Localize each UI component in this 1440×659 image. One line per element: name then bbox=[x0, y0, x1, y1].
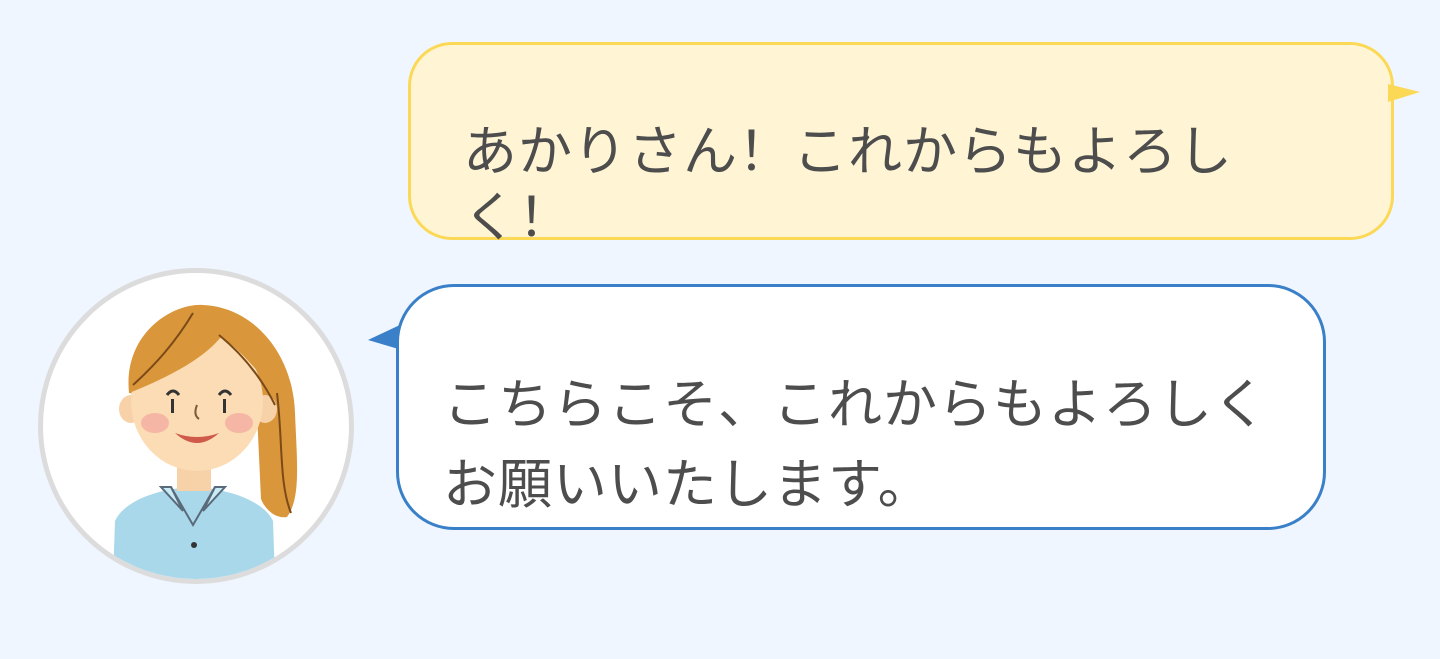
assistant-message-text: こちらこそ、これからもよろしく お願いいたします。 bbox=[443, 373, 1268, 516]
user-message-bubble: あかりさん！これからもよろし く！ bbox=[408, 42, 1394, 249]
chat-thread: あかりさん！これからもよろし く！ こちらこそ、これからもよろしく お願いいたし… bbox=[0, 0, 1440, 659]
assistant-message-bubble: こちらこそ、これからもよろしく お願いいたします。 bbox=[396, 284, 1326, 530]
assistant-avatar bbox=[38, 268, 354, 584]
user-message-text: あかりさん！これからもよろし く！ bbox=[463, 120, 1233, 249]
woman-avatar-icon bbox=[113, 304, 298, 579]
user-bubble-tail bbox=[1388, 84, 1420, 102]
